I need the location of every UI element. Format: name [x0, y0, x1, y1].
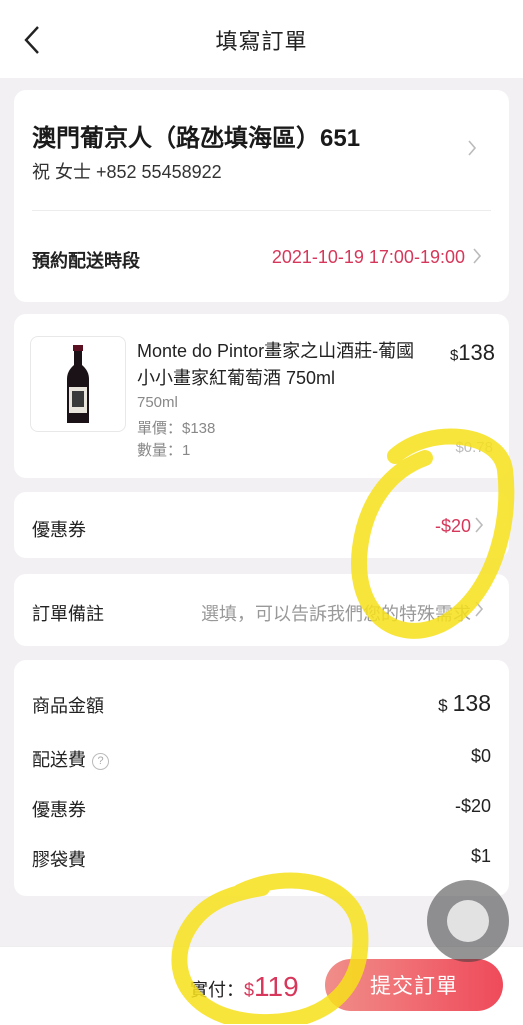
shipping-fee-value: $0 [470, 746, 491, 766]
chevron-right-icon [471, 248, 483, 264]
product-name: Monte do Pintor畫家之山酒莊-葡國 小小畫家紅葡萄酒 750ml [137, 341, 415, 388]
delivery-time-row[interactable]: 預約配送時段 2021-10-19 17:00-19:00 [14, 211, 509, 291]
page-title: 填寫訂單 [215, 29, 308, 54]
wine-bottle-icon [67, 345, 89, 423]
summary-goods-row: 商品金額 $ 138 [32, 690, 491, 720]
summary-coupon-label: 優惠券 [32, 800, 86, 820]
pay-label: 實付： [190, 980, 244, 1000]
product-unit-price: 單價：$138 [137, 420, 216, 437]
product-price: $138 [450, 340, 495, 366]
remark-row[interactable]: 訂單備註 選填，可以告訴我們您的特殊需求 [14, 574, 509, 646]
delivery-time-label: 預約配送時段 [32, 251, 140, 271]
price-amount: 138 [458, 340, 495, 365]
product-quantity: 數量：1 [137, 442, 191, 459]
bottom-bar: 實付：$119 提交訂單 [0, 946, 523, 1025]
summary-coupon-row: 優惠券 -$20 [32, 794, 491, 824]
chevron-right-icon [473, 517, 485, 533]
address-card: 澳門葡京人（路氹填海區）651 祝 女士 +852 55458922 預約配送時… [14, 90, 509, 302]
coupon-row[interactable]: 優惠券 -$20 [14, 492, 509, 558]
remark-input[interactable]: 選填，可以告訴我們您的特殊需求 [201, 600, 471, 626]
address-location: 澳門葡京人（路氹填海區）651 [32, 125, 361, 152]
delivery-time-value: 2021-10-19 17:00-19:00 [271, 247, 465, 267]
help-icon[interactable]: ? [92, 753, 109, 770]
shipping-fee-text: 配送費 [32, 750, 86, 770]
goods-currency: $ [438, 696, 448, 715]
submit-order-button[interactable]: 提交訂單 [325, 959, 503, 1011]
nav-bar: 填寫訂單 [0, 0, 523, 78]
address-row[interactable]: 澳門葡京人（路氹填海區）651 祝 女士 +852 55458922 [14, 90, 509, 208]
summary-card: 商品金額 $ 138 配送費? $0 優惠券 -$20 膠袋費 $1 [14, 660, 509, 896]
goods-amount-label: 商品金額 [32, 696, 104, 716]
pay-currency: $ [244, 980, 255, 1000]
remark-label: 訂單備註 [32, 604, 104, 624]
shipping-fee-label: 配送費? [32, 746, 109, 772]
summary-shipping-row: 配送費? $0 [32, 744, 491, 774]
address-contact: 祝 女士 +852 55458922 [32, 162, 222, 182]
bag-fee-value: $1 [470, 846, 491, 866]
coupon-value: -$20 [434, 516, 471, 536]
pay-amount: 119 [254, 971, 299, 1002]
summary-coupon-value: -$20 [454, 796, 491, 816]
goods-amount-value: $ 138 [438, 690, 491, 717]
product-card: Monte do Pintor畫家之山酒莊-葡國 小小畫家紅葡萄酒 750ml … [14, 314, 509, 478]
product-spec: 750ml [137, 394, 178, 411]
chevron-right-icon [473, 601, 485, 617]
product-subtotal-partial: $0.78 [455, 439, 493, 456]
assistive-touch-button[interactable] [427, 880, 509, 962]
chevron-right-icon [466, 140, 478, 156]
goods-amount: 138 [452, 690, 491, 716]
coupon-label: 優惠券 [32, 520, 86, 540]
summary-bag-row: 膠袋費 $1 [32, 844, 491, 874]
product-image[interactable] [30, 336, 126, 432]
actual-payment: 實付：$119 [190, 971, 299, 1003]
bag-fee-label: 膠袋費 [32, 850, 86, 870]
